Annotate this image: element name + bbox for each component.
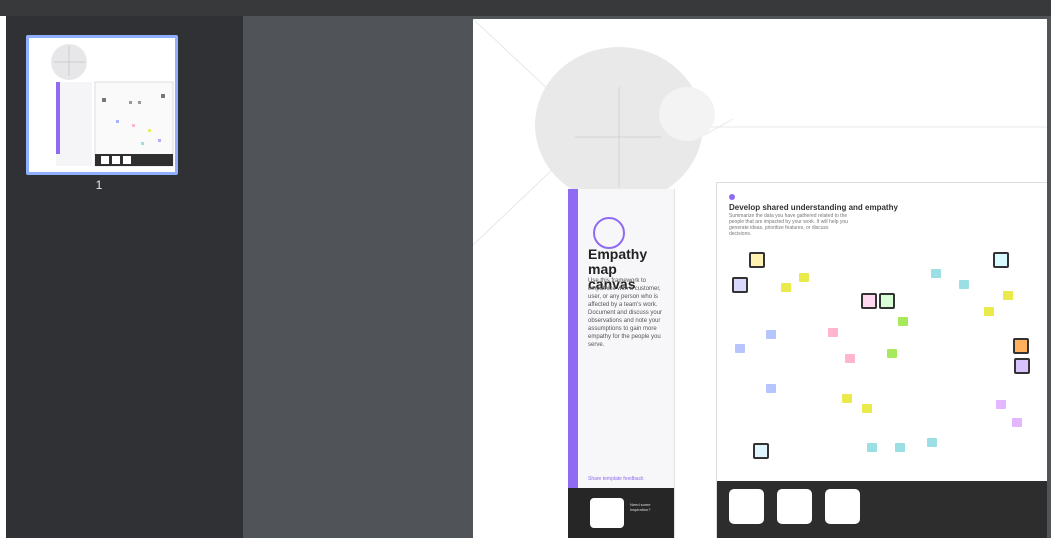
left-footer: Need some inspiration?: [568, 488, 674, 538]
sticky-note[interactable]: [1003, 291, 1013, 300]
sticky-note[interactable]: [862, 404, 872, 413]
sticky-note[interactable]: [842, 394, 852, 403]
sticky-note[interactable]: [781, 283, 791, 292]
canvas-description: Use this framework to empathize with a c…: [588, 278, 663, 348]
template-feedback-link[interactable]: Share template feedback: [588, 477, 644, 482]
sticky-note[interactable]: [895, 443, 905, 452]
sticky-note[interactable]: [799, 273, 809, 282]
footer-label: Need some inspiration?: [630, 502, 651, 512]
hears-label-icon: [993, 252, 1009, 268]
sticky-note[interactable]: [931, 269, 941, 278]
document-viewer: Empathy map canvas Use this framework to…: [243, 16, 1051, 538]
sticky-note[interactable]: [828, 328, 838, 337]
sticky-note[interactable]: [845, 354, 855, 363]
thinks-label-icon: [732, 277, 748, 293]
section-dot: [729, 194, 735, 200]
sticky-note[interactable]: [984, 307, 994, 316]
heart-icon: [593, 217, 625, 249]
canvas-page: Empathy map canvas Use this framework to…: [473, 19, 1047, 538]
main-canvas-panel: Develop shared understanding and empathy…: [716, 182, 1047, 538]
says-label-icon: [749, 252, 765, 268]
sticky-note[interactable]: [1012, 418, 1022, 427]
step-preview-card[interactable]: [777, 489, 812, 524]
sees-label-icon: [1013, 338, 1029, 354]
pain-label-icon: [753, 443, 769, 459]
sticky-note[interactable]: [898, 317, 908, 326]
sticky-note[interactable]: [927, 438, 937, 447]
main-footer: [717, 481, 1047, 538]
step-preview-card[interactable]: [825, 489, 860, 524]
sticky-note[interactable]: [996, 400, 1006, 409]
page-thumbnail[interactable]: [26, 35, 178, 175]
step-preview-card[interactable]: [729, 489, 764, 524]
sticky-note[interactable]: [766, 330, 776, 339]
sticky-note[interactable]: [766, 384, 776, 393]
left-info-panel: Empathy map canvas Use this framework to…: [568, 189, 675, 538]
head-illustration: [535, 47, 715, 203]
wants-label-icon: [1014, 358, 1030, 374]
feels-label-icon: [861, 293, 877, 309]
sticky-note[interactable]: [887, 349, 897, 358]
sticky-note[interactable]: [959, 280, 969, 289]
page-number-label: 1: [95, 178, 103, 192]
section-title: Develop shared understanding and empathy: [729, 203, 898, 212]
section-description: Summarize the data you have gathered rel…: [729, 213, 848, 237]
sticky-note[interactable]: [867, 443, 877, 452]
does-label-icon: [879, 293, 895, 309]
topbar: [0, 0, 1051, 16]
sticky-note[interactable]: [735, 344, 745, 353]
thumbnail-sidebar: 1: [6, 16, 243, 538]
page-thumbnail-preview: [29, 38, 175, 172]
footer-preview-card: [590, 498, 624, 528]
accent-strip: [568, 189, 578, 489]
